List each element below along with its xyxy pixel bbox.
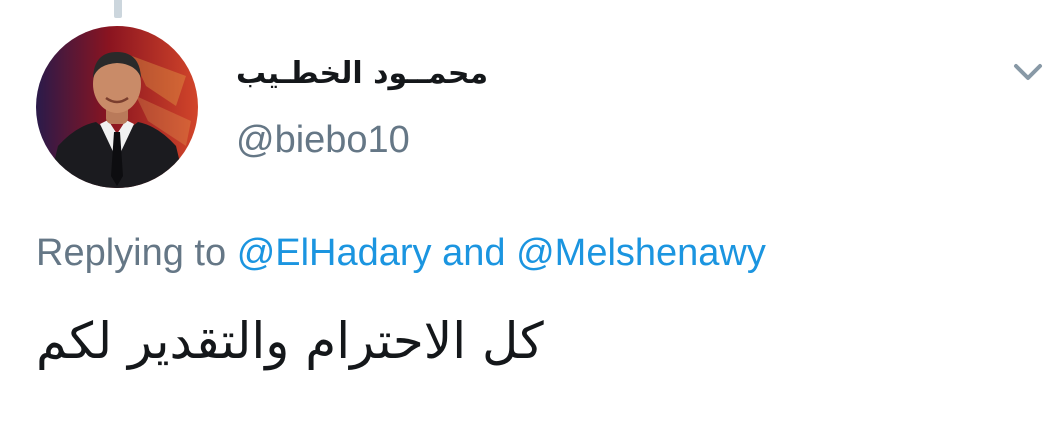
replying-to-line: Replying to @ElHadary and @Melshenawy (36, 228, 766, 278)
mention-link-elhadary[interactable]: @ElHadary (237, 232, 432, 274)
replying-to-label: Replying to (36, 232, 227, 274)
mention-conjunction[interactable]: and (442, 232, 505, 274)
chevron-down-icon[interactable] (1008, 56, 1046, 88)
avatar-image (36, 26, 198, 188)
author-avatar[interactable] (36, 26, 198, 188)
author-display-name[interactable]: محمــود الخطـيب (236, 50, 556, 98)
author-handle[interactable]: @biebo10 (236, 116, 410, 164)
mention-link-melshenawy[interactable]: @Melshenawy (516, 232, 766, 274)
tweet-text: كل الاحترام والتقدير لكم (36, 312, 544, 370)
thread-connector-line (114, 0, 122, 18)
